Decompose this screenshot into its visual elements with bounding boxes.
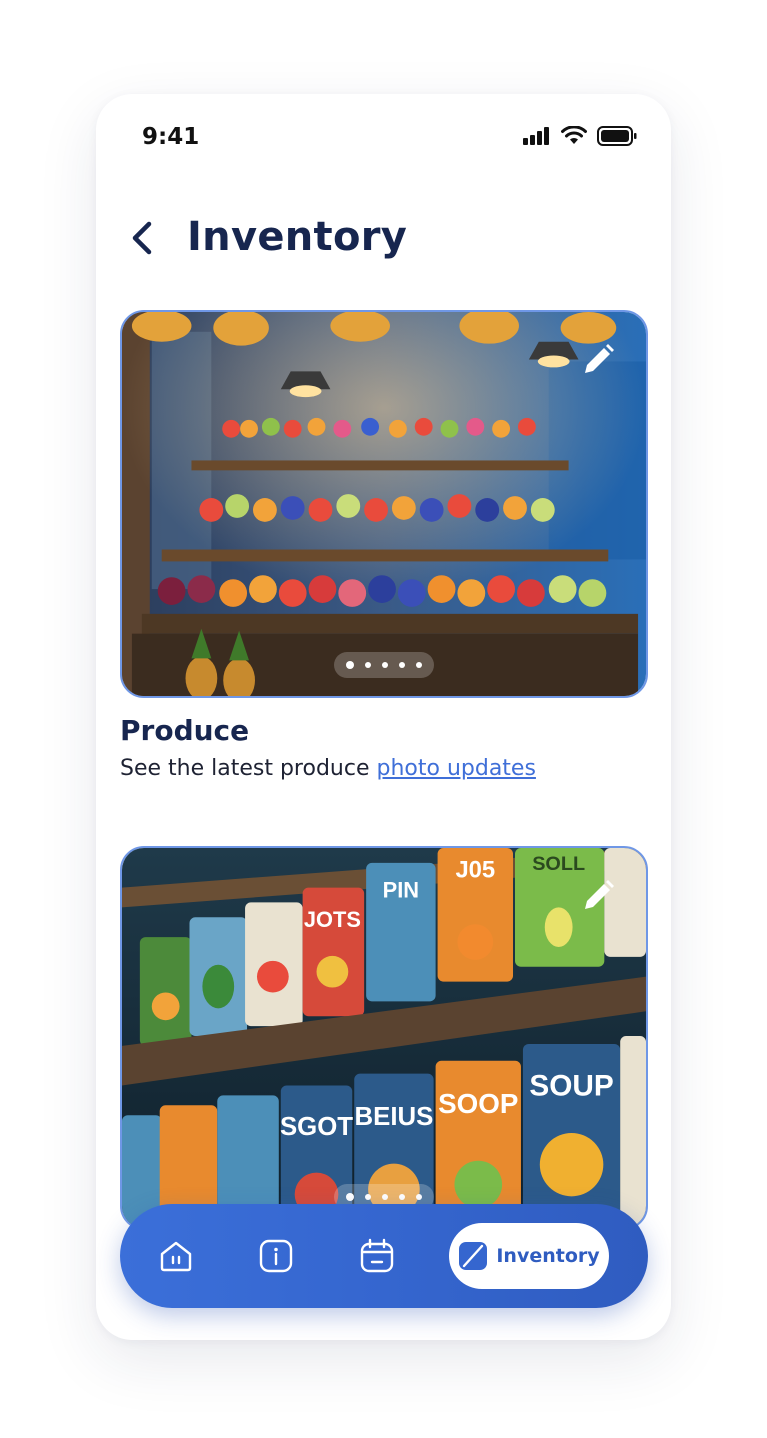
bottom-nav: Inventory xyxy=(120,1204,648,1308)
status-time: 9:41 xyxy=(142,124,200,150)
page-title: Inventory xyxy=(187,214,408,260)
produce-description-text: See the latest produce xyxy=(120,756,370,781)
carousel-dot[interactable] xyxy=(365,1194,371,1200)
canned-goods-image: JOTS PIN J05 SOLL SGOT BEIUS SOOP SOUP xyxy=(122,848,646,1228)
can-label: JOTS xyxy=(304,907,361,932)
carousel-dots xyxy=(334,652,434,678)
back-button[interactable] xyxy=(122,216,162,260)
produce-card-image[interactable] xyxy=(120,310,648,698)
home-icon[interactable] xyxy=(158,1238,194,1274)
carousel-dot[interactable] xyxy=(346,661,354,669)
can-label: SGOT xyxy=(280,1113,353,1141)
inventory-icon xyxy=(459,1242,488,1270)
can-label: BEIUS xyxy=(355,1103,434,1131)
calendar-icon[interactable] xyxy=(359,1238,395,1274)
nav-item-label: Inventory xyxy=(496,1245,600,1267)
canned-goods-card-image[interactable]: JOTS PIN J05 SOLL SGOT BEIUS SOOP SOUP xyxy=(120,846,648,1230)
carousel-dot[interactable] xyxy=(346,1193,354,1201)
battery-icon xyxy=(597,126,637,146)
can-label: PIN xyxy=(383,878,419,903)
fruit-market-image xyxy=(122,312,646,696)
edit-pencil-icon[interactable] xyxy=(580,342,616,378)
info-icon[interactable] xyxy=(258,1238,294,1274)
carousel-dot[interactable] xyxy=(382,1194,388,1200)
edit-pencil-icon[interactable] xyxy=(580,878,616,914)
can-label: J05 xyxy=(455,857,495,884)
chevron-left-icon xyxy=(132,221,152,255)
status-bar: 9:41 xyxy=(96,94,671,178)
can-label: SOUP xyxy=(529,1069,613,1102)
carousel-dot[interactable] xyxy=(416,662,422,668)
can-label: SOOP xyxy=(438,1088,518,1119)
can-label: SOLL xyxy=(532,853,585,875)
photo-updates-link[interactable]: photo updates xyxy=(377,756,536,781)
signal-icon xyxy=(523,127,549,145)
phone-frame: 9:41 Inventory Produce See the latest pr… xyxy=(96,94,671,1340)
carousel-dot[interactable] xyxy=(399,1194,405,1200)
carousel-dot[interactable] xyxy=(365,662,371,668)
nav-item-inventory[interactable]: Inventory xyxy=(449,1223,609,1289)
carousel-dot[interactable] xyxy=(399,662,405,668)
header: Inventory xyxy=(96,204,671,274)
status-icons xyxy=(523,126,637,146)
wifi-icon xyxy=(561,126,587,144)
carousel-dot[interactable] xyxy=(416,1194,422,1200)
carousel-dot[interactable] xyxy=(382,662,388,668)
produce-description: See the latest produce photo updates xyxy=(120,756,536,781)
produce-title: Produce xyxy=(120,714,250,747)
